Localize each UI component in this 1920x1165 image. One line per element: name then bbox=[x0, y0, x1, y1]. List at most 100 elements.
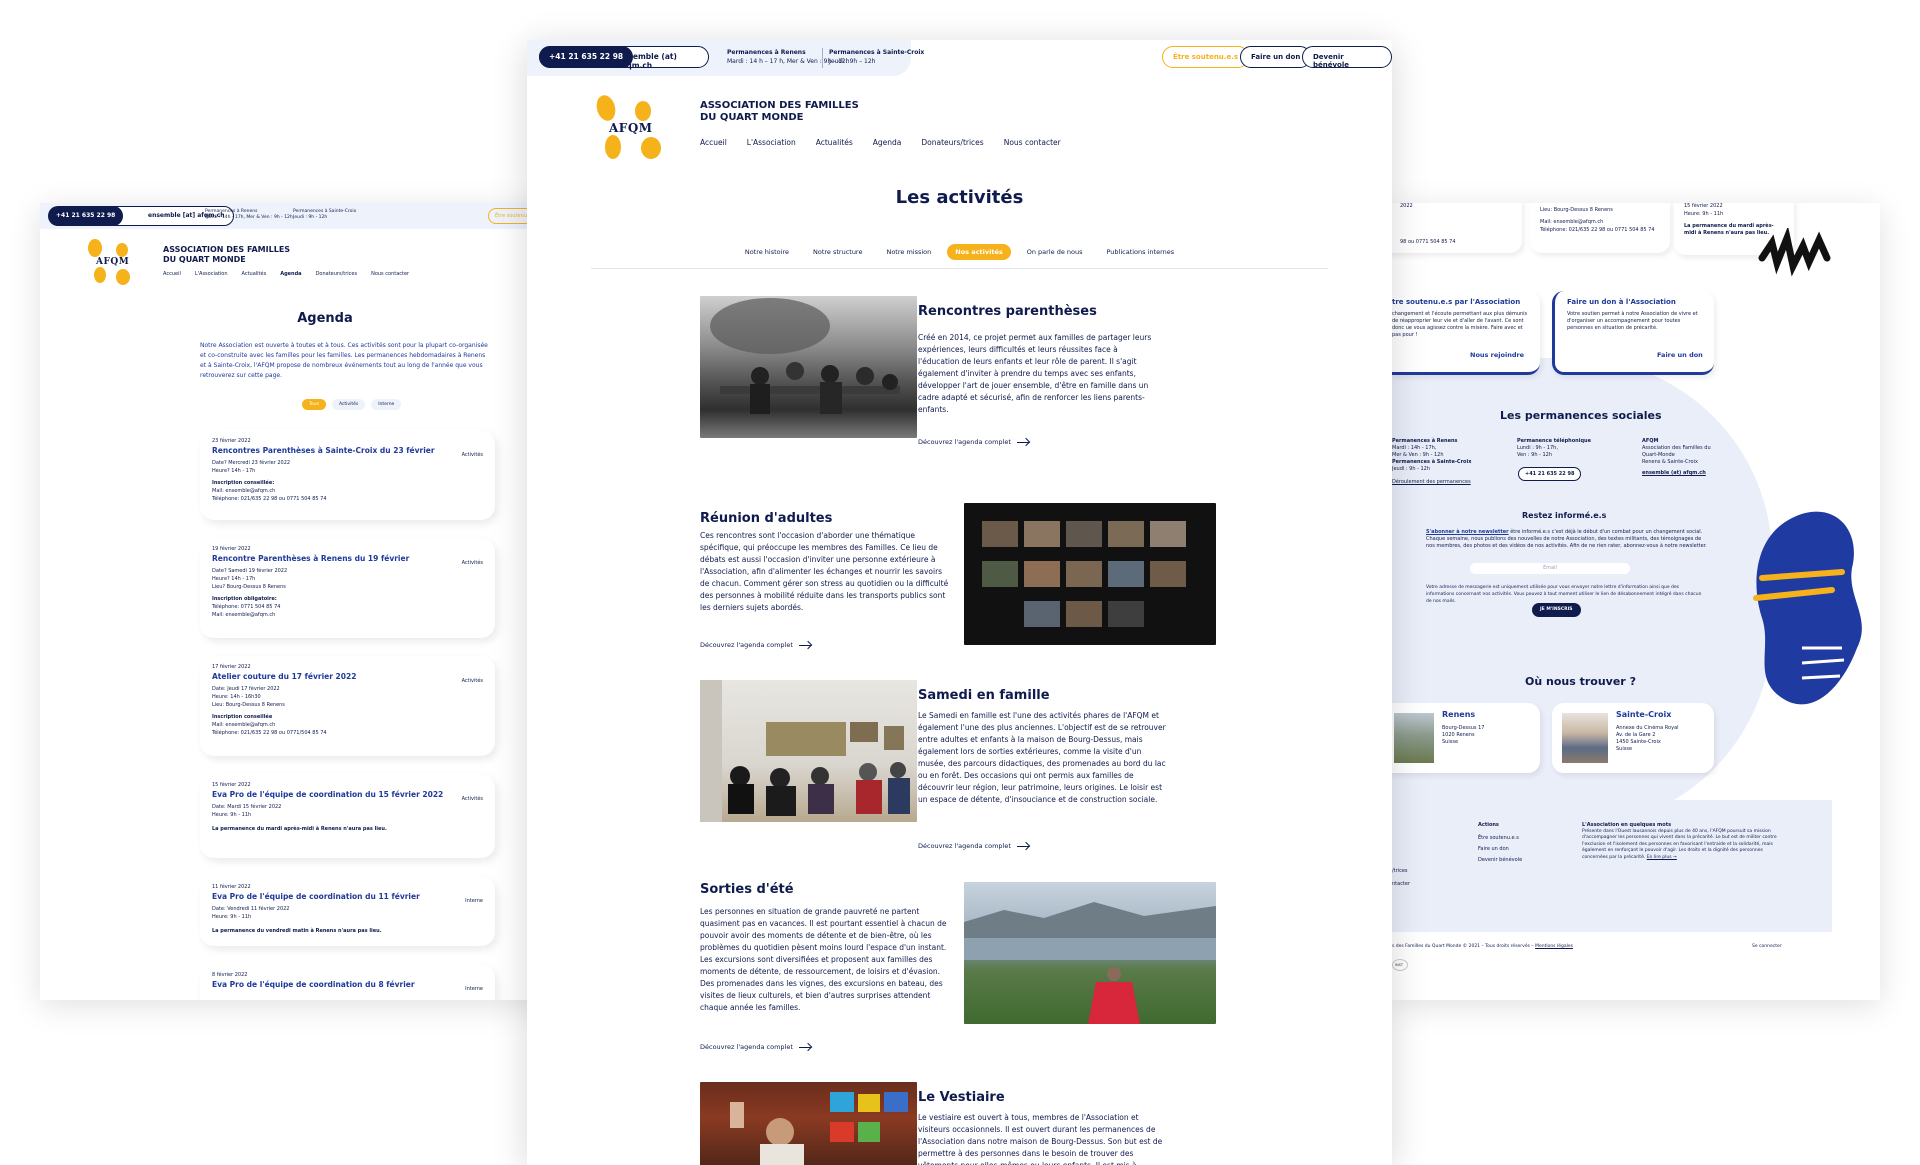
nav-association[interactable]: L'Association bbox=[747, 138, 796, 147]
footer-link[interactable]: Faire un don bbox=[1478, 846, 1522, 853]
tab-on-parle[interactable]: On parle de nous bbox=[1019, 244, 1091, 260]
card-line: Téléphone: 0771 504 85 74 bbox=[212, 604, 281, 610]
join-link[interactable]: Nous rejoindre bbox=[1470, 351, 1524, 359]
card-tag: Activités bbox=[461, 796, 483, 802]
perm-sc-hours: Jeudi : 9h - 12h bbox=[293, 215, 328, 220]
perm-sc: Permanences à Sainte-Croix Jeudi : 9h - … bbox=[293, 209, 356, 221]
phone-pill[interactable]: +41 21 635 22 98 bbox=[48, 206, 124, 226]
card-line: Mail: ensemble@afqm.ch bbox=[212, 722, 276, 728]
nav-association[interactable]: L'Association bbox=[195, 271, 228, 277]
divider bbox=[591, 268, 1328, 269]
benevole-button[interactable]: Devenir bénévole bbox=[1302, 46, 1392, 69]
card-title[interactable]: Eva Pro de l'équipe de coordination du 1… bbox=[212, 790, 483, 799]
soutenu-card[interactable]: tre soutenu.e.s par l'Association change… bbox=[1392, 291, 1540, 375]
agenda-card[interactable]: 15 février 2022 Eva Pro de l'équipe de c… bbox=[200, 774, 495, 858]
perm-col1: Permanences à Renens Mardi : 14h - 17h, … bbox=[1392, 438, 1482, 486]
agenda-link[interactable]: Découvrez l'agenda complet bbox=[918, 438, 1029, 446]
tab-structure[interactable]: Notre structure bbox=[805, 244, 870, 260]
assoc-line1: ASSOCIATION DES FAMILLES bbox=[700, 100, 859, 111]
card-tag: Interne bbox=[465, 898, 483, 904]
tab-publications[interactable]: Publications internes bbox=[1098, 244, 1182, 260]
card-title[interactable]: Eva Pro de l'équipe de coordination du 1… bbox=[212, 892, 483, 901]
nav-actualites[interactable]: Actualités bbox=[242, 271, 267, 277]
newsletter-text: S'abonner à notre newsletter être inform… bbox=[1426, 529, 1708, 550]
nav-accueil[interactable]: Accueil bbox=[700, 138, 727, 147]
footer-more-link[interactable]: En lire plus → bbox=[1647, 855, 1677, 860]
card-text: changement et l'écoute permettant aux pl… bbox=[1392, 311, 1528, 338]
agenda-card[interactable]: 23 février 2022 Rencontres Parenthèses à… bbox=[200, 430, 495, 520]
footer-about: L'Association en quelques mots Présente … bbox=[1582, 822, 1782, 861]
afqm-logo[interactable]: AFQM bbox=[88, 239, 136, 287]
page-title: Agenda bbox=[297, 311, 353, 326]
perm-phone-button[interactable]: +41 21 635 22 98 bbox=[1518, 467, 1582, 481]
card-title[interactable]: Eva Pro de l'équipe de coordination du 8… bbox=[212, 980, 483, 989]
nav-contact[interactable]: Nous contacter bbox=[371, 271, 409, 277]
phone-pill[interactable]: +41 21 635 22 98 bbox=[539, 46, 634, 68]
location-card-renens[interactable]: Renens Bourg-Dessus 17 1020 Renens Suiss… bbox=[1392, 703, 1540, 773]
agenda-link[interactable]: Découvrez l'agenda complet bbox=[700, 641, 811, 649]
perm-link[interactable]: Déroulement des permanences bbox=[1392, 479, 1482, 486]
don-card[interactable]: Faire un don à l'Association Votre souti… bbox=[1552, 291, 1714, 375]
instagram-badge[interactable]: INST bbox=[1392, 959, 1408, 971]
perm-renens-hours: Mardi : 14h - 17h, Mer & Ven : 9h - 12h bbox=[205, 215, 293, 220]
nav-accueil[interactable]: Accueil bbox=[163, 271, 181, 277]
card-line: La permanence du mardi après-midi à Rene… bbox=[212, 826, 387, 832]
filter-interne[interactable]: Interne bbox=[371, 399, 402, 410]
card-title[interactable]: Rencontre Parenthèses à Renens du 19 fév… bbox=[212, 554, 483, 563]
card-title[interactable]: Atelier couture du 17 février 2022 bbox=[212, 672, 483, 681]
perm-mail-link[interactable]: ensemble (at) afqm.ch bbox=[1642, 470, 1712, 477]
footer-link[interactable]: /trices bbox=[1392, 868, 1410, 875]
agenda-link[interactable]: Découvrez l'agenda complet bbox=[700, 1043, 811, 1051]
nav-agenda[interactable]: Agenda bbox=[873, 138, 902, 147]
card-title[interactable]: Rencontres Parenthèses à Sainte-Croix du… bbox=[212, 446, 483, 455]
legal-link[interactable]: Mentions légales bbox=[1535, 944, 1573, 949]
perm-col2-line: Lundi : 9h - 17h, bbox=[1517, 445, 1558, 451]
soutenu-button[interactable]: Être soutenu.e.s bbox=[1162, 46, 1250, 68]
card-date: 19 février 2022 bbox=[212, 546, 251, 552]
card-line: Date: Vendredi 11 février 2022 bbox=[212, 906, 290, 912]
agenda-card[interactable]: 19 février 2022 Rencontre Parenthèses à … bbox=[200, 538, 495, 638]
card-date: 11 février 2022 bbox=[212, 884, 251, 890]
nav-agenda[interactable]: Agenda bbox=[280, 271, 301, 277]
vestiaire-scene-icon bbox=[730, 1092, 908, 1165]
card-line: Heure: 9h - 11h bbox=[212, 914, 252, 920]
agenda-card[interactable]: 8 février 2022 Eva Pro de l'équipe de co… bbox=[200, 964, 495, 1000]
perm-sc-title: Permanences à Sainte-Croix bbox=[829, 49, 925, 56]
email-input[interactable]: Email bbox=[1470, 563, 1630, 574]
card-line: Téléphone: 021/635 22 98 ou 0771 504 85 … bbox=[212, 496, 327, 502]
card-line: Téléphone: 021/635 22 98 ou 0771/504 85 … bbox=[212, 730, 327, 736]
nav-contact[interactable]: Nous contacter bbox=[1004, 138, 1061, 147]
card-title: tre soutenu.e.s par l'Association bbox=[1392, 298, 1521, 306]
addr-line: Suisse bbox=[1442, 739, 1459, 745]
nav-actualites[interactable]: Actualités bbox=[816, 138, 853, 147]
agenda-link[interactable]: Découvrez l'agenda complet bbox=[918, 842, 1029, 850]
blue-brush-decoration-icon bbox=[1753, 511, 1862, 705]
subscribe-button[interactable]: JE M'INSCRIS bbox=[1532, 603, 1581, 617]
card-date: 17 février 2022 bbox=[212, 664, 251, 670]
section-title: Rencontres parenthèses bbox=[918, 304, 1097, 319]
perm-col2: Permanence téléphonique Lundi : 9h - 17h… bbox=[1517, 438, 1607, 459]
filter-activites[interactable]: Activités bbox=[331, 399, 366, 410]
afqm-logo[interactable]: AFQM bbox=[593, 93, 667, 163]
don-link[interactable]: Faire un don bbox=[1657, 351, 1703, 359]
museum-scene-icon bbox=[700, 680, 910, 822]
tab-histoire[interactable]: Notre histoire bbox=[737, 244, 797, 260]
tab-activites[interactable]: Nos activités bbox=[947, 244, 1011, 260]
card-line: Heure: 9h - 11h bbox=[212, 812, 252, 818]
login-link[interactable]: Se connecter bbox=[1752, 943, 1782, 950]
card-line: Date? Samedi 19 février 2022 bbox=[212, 568, 288, 574]
tab-mission[interactable]: Notre mission bbox=[878, 244, 939, 260]
arrow-right-icon bbox=[798, 1046, 811, 1048]
card-date: 23 février 2022 bbox=[212, 438, 251, 444]
location-card-sainte-croix[interactable]: Sainte-Croix Annexe du Cinéma Royal Av. … bbox=[1552, 703, 1714, 773]
newsletter-lead[interactable]: S'abonner à notre newsletter bbox=[1426, 529, 1509, 535]
nav-donateurs[interactable]: Donateurs/trices bbox=[921, 138, 983, 147]
footer-link[interactable]: Devenir bénévole bbox=[1478, 857, 1522, 864]
agenda-card[interactable]: 11 février 2022 Eva Pro de l'équipe de c… bbox=[200, 876, 495, 946]
footer-link[interactable]: Être soutenu.e.s bbox=[1478, 835, 1522, 842]
nav-donateurs[interactable]: Donateurs/trices bbox=[316, 271, 358, 277]
footer-link[interactable]: ntacter bbox=[1392, 881, 1410, 888]
don-button[interactable]: Faire un don bbox=[1240, 46, 1312, 68]
agenda-card[interactable]: 17 février 2022 Atelier couture du 17 fé… bbox=[200, 656, 495, 756]
filter-tous[interactable]: Tous bbox=[302, 399, 326, 410]
